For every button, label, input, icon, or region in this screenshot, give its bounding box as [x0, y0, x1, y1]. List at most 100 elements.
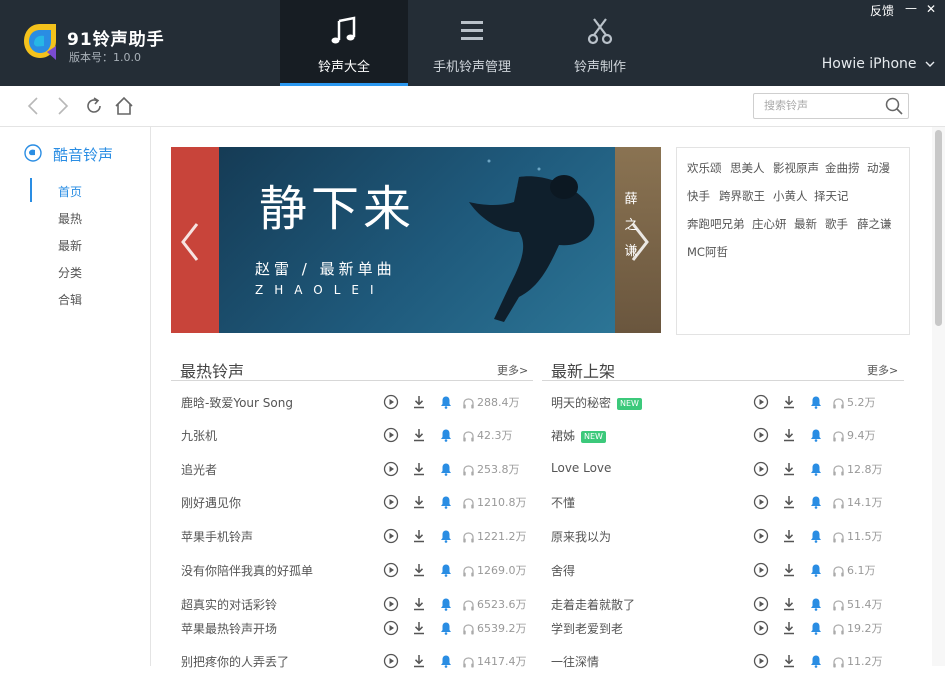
ringtone-row[interactable]: 苹果最热铃声开场 6539.2万 — [181, 618, 533, 638]
tag-link[interactable]: MC阿哲 — [687, 244, 728, 260]
ringtone-title[interactable]: 舍得 — [551, 562, 575, 579]
featured-banner[interactable]: 静下来 赵雷 / 最新单曲 ZHAOLEI 薛之谦 — [171, 147, 661, 333]
ringtone-title[interactable]: 裙姊 NEW — [551, 427, 606, 444]
sidebar-item-hottest[interactable]: 最热 — [58, 210, 82, 227]
ringtone-row[interactable]: 超真实的对话彩铃 6523.6万 — [181, 594, 533, 614]
download-icon[interactable] — [781, 562, 797, 578]
ringtone-title[interactable]: 没有你陪伴我真的好孤单 — [181, 562, 313, 579]
ringtone-title[interactable]: 别把疼你的人弄丢了 — [181, 653, 289, 670]
ringtone-title[interactable]: 九张机 — [181, 427, 217, 444]
set-ringtone-icon[interactable] — [808, 494, 824, 510]
ringtone-row[interactable]: 九张机 42.3万 — [181, 425, 533, 445]
download-icon[interactable] — [411, 427, 427, 443]
play-icon[interactable] — [753, 394, 769, 410]
ringtone-title[interactable]: 追光者 — [181, 461, 217, 478]
hot-more-link[interactable]: 更多> — [497, 362, 528, 378]
set-ringtone-icon[interactable] — [438, 427, 454, 443]
set-ringtone-icon[interactable] — [808, 427, 824, 443]
ringtone-row[interactable]: 学到老爱到老 19.2万 — [551, 618, 903, 638]
ringtone-title[interactable]: 原来我以为 — [551, 528, 611, 545]
sidebar-item-home[interactable]: 首页 — [58, 183, 82, 200]
ringtone-title[interactable]: 明天的秘密 NEW — [551, 394, 642, 411]
set-ringtone-icon[interactable] — [438, 394, 454, 410]
play-icon[interactable] — [753, 528, 769, 544]
set-ringtone-icon[interactable] — [438, 620, 454, 636]
ringtone-row[interactable]: 不懂 14.1万 — [551, 492, 903, 512]
refresh-icon[interactable] — [84, 96, 104, 116]
play-icon[interactable] — [753, 596, 769, 612]
ringtone-row[interactable]: 没有你陪伴我真的好孤单 1269.0万 — [181, 560, 533, 580]
download-icon[interactable] — [411, 562, 427, 578]
set-ringtone-icon[interactable] — [438, 653, 454, 669]
set-ringtone-icon[interactable] — [438, 596, 454, 612]
set-ringtone-icon[interactable] — [438, 461, 454, 477]
play-icon[interactable] — [753, 562, 769, 578]
play-icon[interactable] — [753, 494, 769, 510]
play-icon[interactable] — [753, 620, 769, 636]
play-icon[interactable] — [383, 620, 399, 636]
ringtone-title[interactable]: 一往深情 — [551, 653, 599, 670]
ringtone-row[interactable]: 追光者 253.8万 — [181, 459, 533, 479]
play-icon[interactable] — [383, 596, 399, 612]
ringtone-row[interactable]: 鹿晗-致爱Your Song 288.4万 — [181, 392, 533, 412]
ringtone-row[interactable]: 别把疼你的人弄丢了 1417.4万 — [181, 651, 533, 671]
minimize-button[interactable]: — — [905, 1, 917, 15]
set-ringtone-icon[interactable] — [438, 528, 454, 544]
home-icon[interactable] — [114, 96, 134, 116]
set-ringtone-icon[interactable] — [808, 528, 824, 544]
ringtone-row[interactable]: 走着走着就散了 51.4万 — [551, 594, 903, 614]
sidebar-item-newest[interactable]: 最新 — [58, 237, 82, 254]
download-icon[interactable] — [411, 620, 427, 636]
forward-icon[interactable] — [52, 96, 72, 116]
search-icon[interactable] — [884, 96, 904, 116]
play-icon[interactable] — [383, 528, 399, 544]
download-icon[interactable] — [781, 461, 797, 477]
tab-ringtone-library[interactable]: 铃声大全 — [280, 0, 408, 86]
tab-ringtone-maker[interactable]: 铃声制作 — [536, 0, 664, 86]
sidebar-item-collections[interactable]: 合辑 — [58, 291, 82, 308]
download-icon[interactable] — [411, 394, 427, 410]
tag-link[interactable]: 快手 — [687, 188, 710, 204]
set-ringtone-icon[interactable] — [438, 562, 454, 578]
ringtone-row[interactable]: Love Love 12.8万 — [551, 459, 903, 479]
download-icon[interactable] — [781, 494, 797, 510]
download-icon[interactable] — [781, 427, 797, 443]
tab-phone-ringtone-manager[interactable]: 手机铃声管理 — [408, 0, 536, 86]
download-icon[interactable] — [781, 620, 797, 636]
scrollbar-thumb[interactable] — [935, 130, 942, 326]
ringtone-title[interactable]: 刚好遇见你 — [181, 494, 241, 511]
ringtone-row[interactable]: 裙姊 NEW 9.4万 — [551, 425, 903, 445]
back-icon[interactable] — [24, 96, 44, 116]
download-icon[interactable] — [411, 653, 427, 669]
download-icon[interactable] — [411, 461, 427, 477]
set-ringtone-icon[interactable] — [808, 394, 824, 410]
close-button[interactable]: ✕ — [926, 2, 936, 16]
play-icon[interactable] — [753, 427, 769, 443]
ringtone-title[interactable]: 苹果最热铃声开场 — [181, 620, 277, 637]
ringtone-row[interactable]: 一往深情 11.2万 — [551, 651, 903, 671]
latest-more-link[interactable]: 更多> — [867, 362, 898, 378]
search-input[interactable] — [754, 94, 884, 117]
tag-link[interactable]: 歌手 — [825, 216, 848, 232]
ringtone-title[interactable]: 鹿晗-致爱Your Song — [181, 394, 293, 411]
banner-prev-icon[interactable] — [179, 222, 201, 262]
set-ringtone-icon[interactable] — [808, 620, 824, 636]
download-icon[interactable] — [781, 653, 797, 669]
ringtone-title[interactable]: 苹果手机铃声 — [181, 528, 253, 545]
banner-next-icon[interactable] — [629, 222, 651, 262]
download-icon[interactable] — [781, 596, 797, 612]
play-icon[interactable] — [753, 653, 769, 669]
vertical-scrollbar[interactable] — [932, 127, 945, 666]
tag-link[interactable]: 动漫 — [867, 160, 890, 176]
ringtone-row[interactable]: 原来我以为 11.5万 — [551, 526, 903, 546]
tag-link[interactable]: 薛之谦 — [857, 216, 892, 232]
feedback-button[interactable]: 反馈 — [870, 2, 894, 19]
play-icon[interactable] — [753, 461, 769, 477]
ringtone-title[interactable]: 学到老爱到老 — [551, 620, 623, 637]
play-icon[interactable] — [383, 394, 399, 410]
ringtone-title[interactable]: 走着走着就散了 — [551, 596, 635, 613]
device-selector[interactable]: Howie iPhone — [822, 56, 935, 72]
set-ringtone-icon[interactable] — [808, 562, 824, 578]
play-icon[interactable] — [383, 494, 399, 510]
tag-link[interactable]: 跨界歌王 — [719, 188, 765, 204]
